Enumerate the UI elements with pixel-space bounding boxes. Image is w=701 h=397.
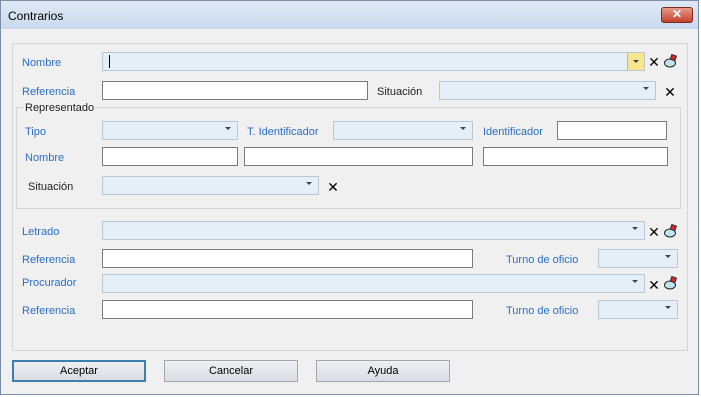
window-title: Contrarios xyxy=(8,9,64,23)
chevron-down-icon xyxy=(632,227,638,230)
clear-x-icon[interactable]: ✕ xyxy=(648,55,660,69)
eraser-icon[interactable] xyxy=(663,54,677,68)
letrado-combo[interactable] xyxy=(102,221,645,240)
chevron-down-icon xyxy=(665,306,671,309)
rep-situacion-combo[interactable] xyxy=(102,176,319,195)
rep-apellido2-input[interactable] xyxy=(483,147,668,166)
procurador-turno-combo[interactable] xyxy=(598,300,678,319)
representado-group-label: Representado xyxy=(24,102,96,114)
identificador-input[interactable] xyxy=(557,121,667,140)
tipo-label: Tipo xyxy=(25,126,46,138)
eraser-icon[interactable] xyxy=(663,276,677,290)
chevron-down-icon xyxy=(225,127,231,130)
accept-button[interactable]: Aceptar xyxy=(12,360,146,382)
letrado-turno-label: Turno de oficio xyxy=(506,254,579,266)
clear-x-icon[interactable]: ✕ xyxy=(648,225,660,239)
procurador-combo[interactable] xyxy=(102,274,645,293)
help-button[interactable]: Ayuda xyxy=(316,360,450,382)
referencia-input[interactable] xyxy=(102,81,368,100)
t-identificador-label: T. Identificador xyxy=(247,126,319,138)
letrado-referencia-input[interactable] xyxy=(102,249,473,268)
procurador-turno-label: Turno de oficio xyxy=(506,305,579,317)
chevron-down-icon xyxy=(460,127,466,130)
chevron-down-icon xyxy=(643,87,649,90)
procurador-label: Procurador xyxy=(22,277,77,289)
tipo-combo[interactable] xyxy=(102,121,238,140)
referencia-label: Referencia xyxy=(22,86,76,98)
chevron-down-icon[interactable] xyxy=(627,53,644,70)
cancel-button[interactable]: Cancelar xyxy=(164,360,298,382)
procurador-referencia-label: Referencia xyxy=(22,305,76,317)
procurador-referencia-input[interactable] xyxy=(102,300,473,319)
close-icon: ✕ xyxy=(671,7,683,21)
situacion-label: Situación xyxy=(377,86,423,98)
close-button[interactable]: ✕ xyxy=(661,7,693,23)
rep-nombre-label: Nombre xyxy=(25,152,65,164)
situacion-combo[interactable] xyxy=(439,81,656,100)
chevron-down-icon xyxy=(632,280,638,283)
nombre-label: Nombre xyxy=(22,57,62,69)
identificador-label: Identificador xyxy=(483,126,543,138)
nombre-combo[interactable] xyxy=(102,52,645,71)
rep-apellido1-input[interactable] xyxy=(244,147,473,166)
t-identificador-combo[interactable] xyxy=(333,121,473,140)
eraser-icon[interactable] xyxy=(663,224,677,238)
chevron-down-icon xyxy=(306,182,312,185)
clear-x-icon[interactable]: ✕ xyxy=(664,85,676,99)
clear-x-icon[interactable]: ✕ xyxy=(327,180,339,194)
rep-nombre-input[interactable] xyxy=(102,147,238,166)
letrado-label: Letrado xyxy=(22,226,60,238)
clear-x-icon[interactable]: ✕ xyxy=(648,278,660,292)
chevron-down-icon xyxy=(665,255,671,258)
letrado-turno-combo[interactable] xyxy=(598,249,678,268)
letrado-referencia-label: Referencia xyxy=(22,254,76,266)
rep-situacion-label: Situación xyxy=(28,181,74,193)
text-caret xyxy=(109,55,110,68)
title-bar: Contrarios ✕ xyxy=(1,1,698,29)
